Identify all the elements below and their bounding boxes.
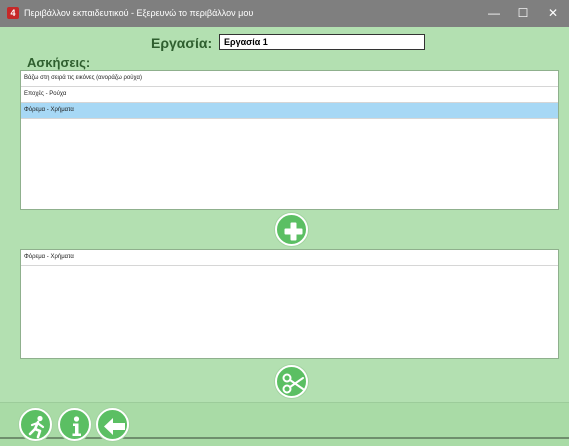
task-label: Εργασία:: [151, 35, 213, 51]
list-item[interactable]: Φόρεμα - Χρήματα: [21, 250, 558, 266]
exercises-list[interactable]: Βάζω στη σειρά τις εικόνες (ανοράζω ρούχ…: [20, 70, 559, 210]
exit-button[interactable]: [19, 408, 52, 441]
running-man-icon: [28, 415, 45, 439]
minimize-button[interactable]: —: [479, 0, 509, 27]
app-icon: 4: [7, 7, 19, 19]
remove-exercise-button[interactable]: [275, 365, 308, 398]
exercises-label: Ασκήσεις:: [27, 55, 91, 70]
plus-icon: [284, 222, 303, 241]
title-bar: 4 Περιβάλλον εκπαιδευτικού - Εξερευνώ το…: [0, 0, 569, 27]
window-title: Περιβάλλον εκπαιδευτικού - Εξερευνώ το π…: [24, 8, 254, 18]
close-button[interactable]: ✕: [538, 0, 568, 27]
list-item[interactable]: Βάζω στη σειρά τις εικόνες (ανοράζω ρούχ…: [21, 71, 558, 87]
back-arrow-icon: [104, 418, 125, 435]
scissors-icon: [282, 373, 304, 394]
list-item-selected[interactable]: Φόρεμα - Χρήματα: [21, 103, 558, 119]
back-button[interactable]: [96, 408, 129, 441]
task-exercises-list[interactable]: Φόρεμα - Χρήματα: [20, 249, 559, 359]
info-icon: [72, 416, 81, 436]
task-name-input[interactable]: Εργασία 1: [219, 34, 425, 50]
list-item[interactable]: Εποχές - Ρούχα: [21, 87, 558, 103]
maximize-button[interactable]: ☐: [508, 0, 538, 27]
add-exercise-button[interactable]: [275, 213, 308, 246]
info-button[interactable]: [58, 408, 91, 441]
